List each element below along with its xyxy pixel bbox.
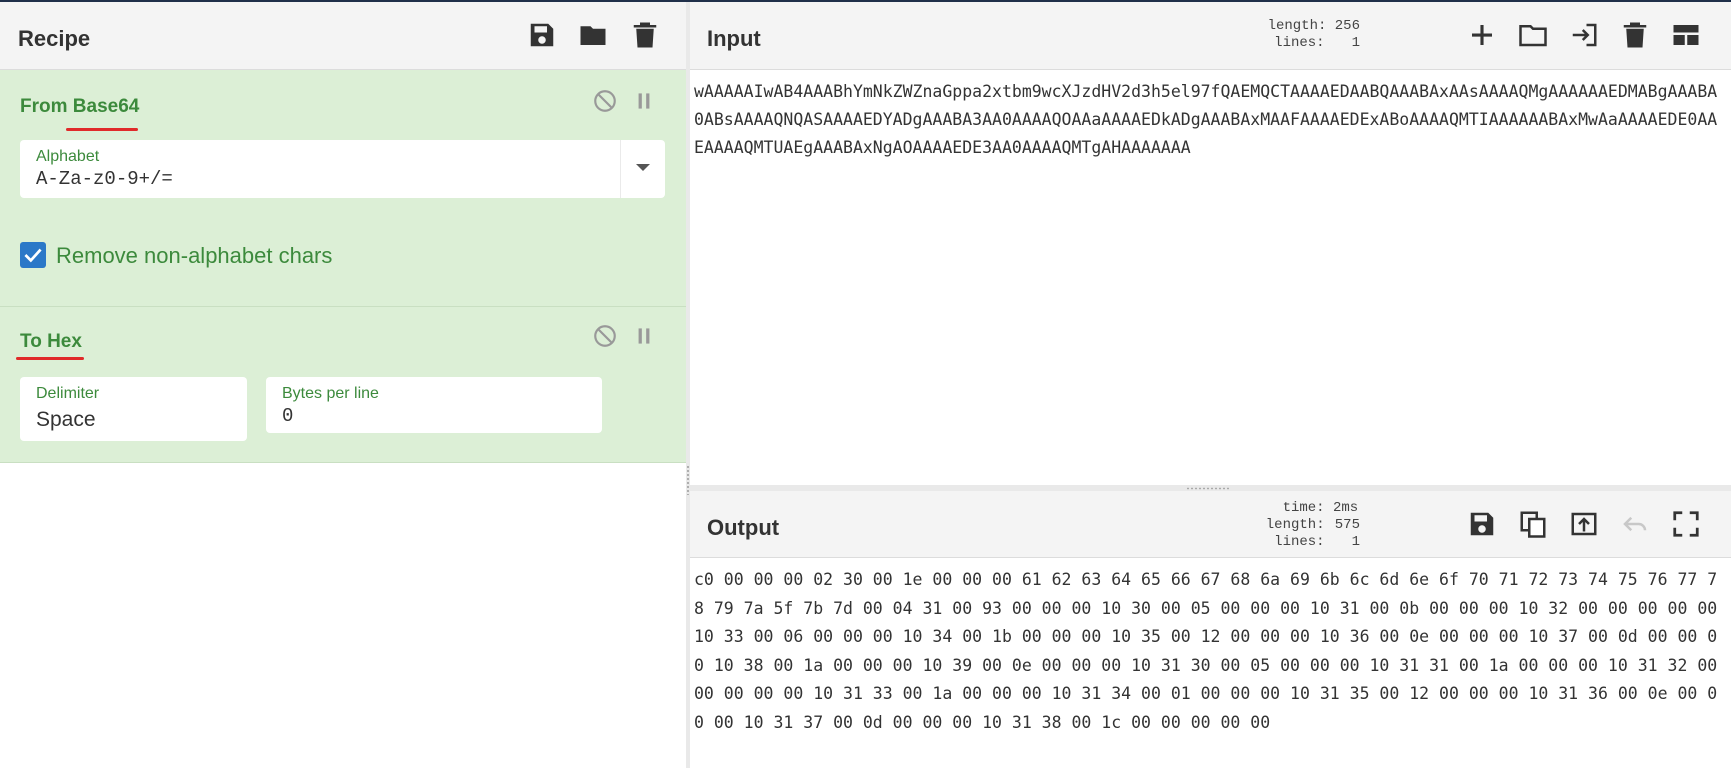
operation-title: From Base64 xyxy=(20,96,140,117)
trash-icon[interactable] xyxy=(1620,20,1650,50)
output-title: Output xyxy=(707,515,780,540)
open-folder-icon[interactable] xyxy=(1518,20,1548,50)
annotation-underline xyxy=(16,357,84,360)
fullscreen-icon[interactable] xyxy=(1671,509,1701,539)
input-header: Input length: 256 lines: 1 xyxy=(690,2,1731,70)
operation-title: To Hex xyxy=(20,331,82,352)
input-textarea[interactable]: wAAAAAIwAB4AAABhYmNkZWZnaGppa2xtbm9wcXJz… xyxy=(694,78,1723,162)
operation-to-hex: To Hex Delimiter Space Bytes per line 0 xyxy=(0,307,686,463)
time-value: 2ms xyxy=(1333,500,1359,516)
length-value: 256 xyxy=(1334,18,1360,34)
save-icon[interactable] xyxy=(1467,509,1497,539)
pause-icon[interactable] xyxy=(631,323,657,349)
annotation-underline xyxy=(66,128,138,131)
import-icon[interactable] xyxy=(1569,20,1599,50)
alphabet-label: Alphabet xyxy=(36,148,100,165)
recipe-pane: Recipe From Base64 Alphabet A-Za-z0-9+/=… xyxy=(0,2,686,768)
output-stats: time: 2ms length: 575 lines: 1 xyxy=(1210,500,1360,551)
layout-icon[interactable] xyxy=(1671,20,1701,50)
copy-icon[interactable] xyxy=(1518,509,1548,539)
output-header: Output time: 2ms length: 575 lines: 1 xyxy=(690,491,1731,558)
alphabet-value[interactable]: A-Za-z0-9+/= xyxy=(36,168,173,190)
recipe-header: Recipe xyxy=(0,2,686,70)
recipe-title: Recipe xyxy=(18,26,91,51)
length-value: 575 xyxy=(1334,517,1360,533)
length-label: length: xyxy=(1265,517,1325,533)
undo-icon xyxy=(1620,509,1650,539)
alphabet-field[interactable]: Alphabet A-Za-z0-9+/= xyxy=(20,140,665,198)
remove-non-alphabet-label[interactable]: Remove non-alphabet chars xyxy=(56,243,332,269)
chevron-down-icon[interactable] xyxy=(620,140,665,198)
splitter-grip[interactable] xyxy=(1186,487,1230,490)
length-label: length: xyxy=(1267,18,1327,34)
delimiter-value[interactable]: Space xyxy=(36,408,96,432)
output-pane: Output time: 2ms length: 575 lines: 1 c0… xyxy=(690,491,1731,768)
save-icon[interactable] xyxy=(527,20,557,50)
lines-value: 1 xyxy=(1351,35,1360,51)
bytes-per-line-field[interactable]: Bytes per line 0 xyxy=(266,377,602,433)
disable-icon[interactable] xyxy=(592,88,618,114)
operation-from-base64: From Base64 Alphabet A-Za-z0-9+/= Remove… xyxy=(0,70,686,307)
time-label: time: xyxy=(1282,500,1325,516)
bytes-per-line-label: Bytes per line xyxy=(282,385,379,402)
trash-icon[interactable] xyxy=(630,20,660,50)
delimiter-label: Delimiter xyxy=(36,385,100,402)
lines-label: lines: xyxy=(1274,35,1325,51)
input-stats: length: 256 lines: 1 xyxy=(1210,18,1360,52)
input-title: Input xyxy=(707,26,761,51)
folder-open-icon[interactable] xyxy=(578,20,608,50)
lines-value: 1 xyxy=(1351,534,1360,550)
bytes-per-line-value[interactable]: 0 xyxy=(282,405,293,427)
plus-icon[interactable] xyxy=(1467,20,1497,50)
output-textarea[interactable]: c0 00 00 00 02 30 00 1e 00 00 00 61 62 6… xyxy=(694,566,1723,737)
replace-input-icon[interactable] xyxy=(1569,509,1599,539)
remove-non-alphabet-checkbox[interactable] xyxy=(20,242,46,268)
delimiter-field[interactable]: Delimiter Space xyxy=(20,377,247,441)
lines-label: lines: xyxy=(1274,534,1325,550)
input-pane: Input length: 256 lines: 1 wAAAAAIwAB4AA… xyxy=(690,2,1731,485)
disable-icon[interactable] xyxy=(592,323,618,349)
pause-icon[interactable] xyxy=(631,88,657,114)
